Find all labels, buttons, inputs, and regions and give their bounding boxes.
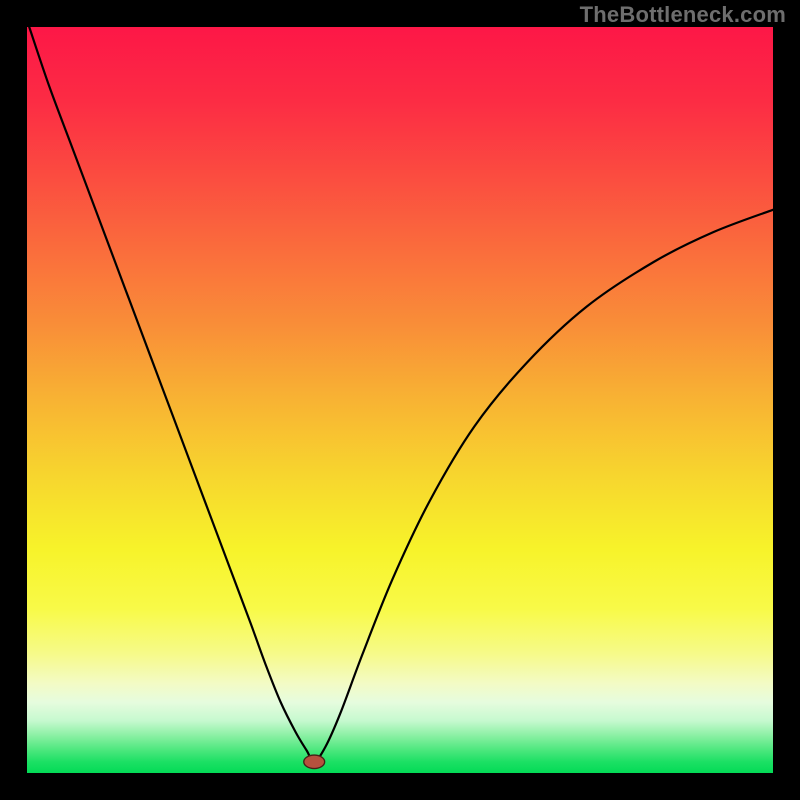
plot-background (27, 27, 773, 773)
minimum-marker (304, 755, 325, 768)
watermark-text: TheBottleneck.com (580, 2, 786, 28)
bottleneck-chart (27, 27, 773, 773)
chart-frame: TheBottleneck.com (0, 0, 800, 800)
